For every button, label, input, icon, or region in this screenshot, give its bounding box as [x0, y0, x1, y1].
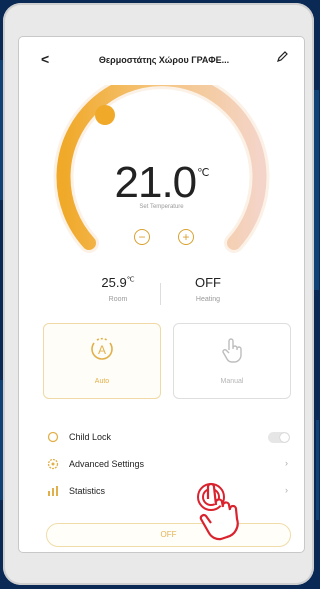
- auto-mode-icon: A: [44, 336, 160, 367]
- auto-mode-label: Auto: [94, 378, 110, 385]
- advanced-settings-label: Advanced Settings: [69, 459, 145, 469]
- heating-stat: OFF Heating: [168, 275, 248, 303]
- child-lock-row[interactable]: Child Lock: [47, 429, 292, 447]
- gauge-handle: [95, 105, 115, 125]
- increase-button[interactable]: +: [178, 229, 194, 245]
- room-temperature-value: 25.9℃: [101, 275, 135, 290]
- manual-mode-label: Manual: [220, 378, 244, 385]
- page-title: Θερμοστάτης Χώρου ΓΡΑΦΕ...: [98, 55, 230, 65]
- edit-icon[interactable]: [277, 51, 288, 65]
- statistics-label: Statistics: [69, 486, 106, 496]
- room-label: Room: [108, 296, 128, 303]
- chevron-right-icon: ›: [285, 458, 288, 468]
- back-icon[interactable]: <: [41, 51, 49, 67]
- app-screen: < Θερμοστάτης Χώρου ΓΡΑΦΕ... 21.0℃ Set T…: [19, 37, 304, 552]
- phone-frame: < Θερμοστάτης Χώρου ΓΡΑΦΕ... 21.0℃ Set T…: [3, 3, 314, 585]
- stat-divider: [160, 283, 161, 305]
- set-temperature-label: Set Temperature: [139, 204, 184, 210]
- child-lock-toggle[interactable]: [268, 432, 290, 443]
- manual-mode-button[interactable]: Manual: [173, 323, 291, 399]
- temperature-number: 21.0: [114, 158, 198, 207]
- set-temperature-value: 21.0℃: [79, 158, 244, 208]
- statistics-icon: [48, 486, 58, 496]
- top-bar: < Θερμοστάτης Χώρου ΓΡΑΦΕ...: [19, 37, 304, 85]
- room-temperature-stat: 25.9℃ Room: [78, 275, 158, 303]
- advanced-settings-row[interactable]: Advanced Settings ›: [47, 456, 292, 474]
- settings-icon: [47, 458, 59, 470]
- heating-label: Heating: [195, 296, 221, 303]
- heating-value: OFF: [195, 275, 221, 290]
- temperature-unit: ℃: [197, 167, 209, 179]
- decrease-button[interactable]: −: [134, 229, 150, 245]
- hand-pointer-icon: [174, 336, 290, 369]
- svg-text:A: A: [98, 343, 106, 357]
- child-lock-icon: [47, 431, 59, 443]
- tap-hand-icon: [197, 482, 239, 541]
- chevron-right-icon: ›: [285, 485, 288, 495]
- child-lock-label: Child Lock: [69, 432, 112, 442]
- auto-mode-button[interactable]: A Auto: [43, 323, 161, 399]
